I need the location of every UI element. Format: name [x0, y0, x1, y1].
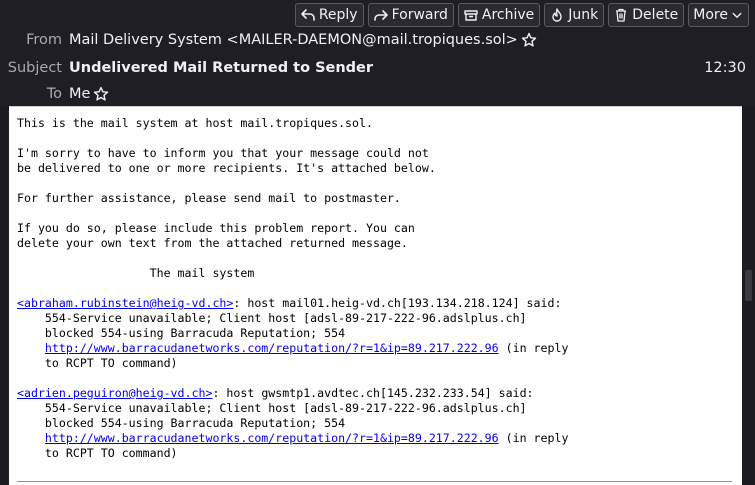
recipient-link[interactable]: <abraham.rubinstein@heig-vd.ch>: [17, 296, 233, 310]
more-label: More: [693, 7, 728, 23]
attachment-separator: [17, 481, 732, 482]
signature-line: The mail system: [17, 266, 255, 280]
recipient-link[interactable]: <adrien.peguiron@heig-vd.ch>: [17, 386, 212, 400]
junk-flame-icon: [552, 8, 562, 22]
body-paragraph: If you do so, please include this proble…: [17, 221, 415, 250]
subject-label: Subject: [7, 60, 62, 76]
star-icon[interactable]: [93, 86, 109, 102]
subject-value: Undelivered Mail Returned to Sender: [69, 60, 374, 76]
delete-button[interactable]: Delete: [608, 3, 685, 27]
reply-icon: [301, 9, 315, 21]
from-label: From: [26, 32, 62, 48]
delete-label: Delete: [632, 7, 679, 23]
message-scrollbar[interactable]: [742, 106, 755, 485]
body-paragraph: For further assistance, please send mail…: [17, 191, 401, 205]
to-row: To Me: [0, 86, 109, 102]
scrollbar-thumb[interactable]: [745, 270, 752, 301]
body-paragraph: This is the mail system at host mail.tro…: [17, 116, 373, 130]
trash-icon: [616, 8, 627, 22]
reply-label: Reply: [318, 7, 358, 23]
body-paragraph: I'm sorry to have to inform you that you…: [17, 146, 436, 175]
bounce-report: <abraham.rubinstein@heig-vd.ch>: host ma…: [17, 296, 569, 370]
archive-icon: [464, 10, 478, 21]
junk-button[interactable]: Junk: [544, 3, 605, 27]
archive-label: Archive: [481, 7, 535, 23]
message-time: 12:30: [704, 60, 746, 76]
message-text: This is the mail system at host mail.tro…: [9, 107, 742, 461]
subject-row: Subject Undelivered Mail Returned to Sen…: [0, 60, 373, 76]
to-value[interactable]: Me: [69, 86, 90, 102]
more-button[interactable]: More: [688, 3, 749, 27]
from-row: From Mail Delivery System <MAILER-DAEMON…: [0, 32, 537, 48]
chevron-down-icon: [732, 12, 742, 18]
bounce-report: <adrien.peguiron@heig-vd.ch>: host gwsmt…: [17, 386, 569, 460]
star-icon[interactable]: [521, 32, 537, 48]
to-label: To: [46, 86, 62, 102]
message-header: Reply Forward Archive Junk Delete More F…: [0, 0, 755, 106]
message-toolbar: Reply Forward Archive Junk Delete More: [294, 3, 749, 27]
forward-button[interactable]: Forward: [367, 3, 454, 27]
junk-label: Junk: [568, 7, 599, 23]
archive-button[interactable]: Archive: [457, 3, 541, 27]
message-body[interactable]: This is the mail system at host mail.tro…: [9, 106, 742, 485]
forward-label: Forward: [391, 7, 448, 23]
reputation-link[interactable]: http://www.barracudanetworks.com/reputat…: [45, 341, 499, 355]
forward-icon: [373, 10, 388, 21]
reputation-link[interactable]: http://www.barracudanetworks.com/reputat…: [45, 431, 499, 445]
reply-button[interactable]: Reply: [294, 3, 364, 27]
from-value[interactable]: Mail Delivery System <MAILER-DAEMON@mail…: [69, 32, 518, 48]
